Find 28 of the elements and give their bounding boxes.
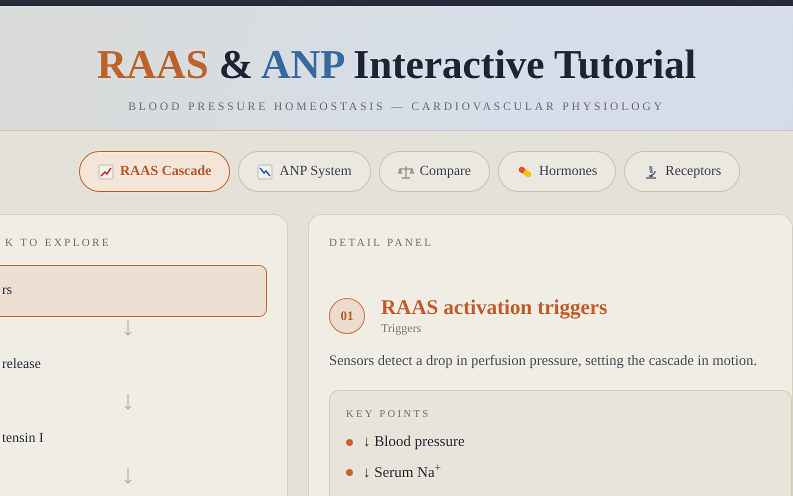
tab-button[interactable]: Receptors <box>624 151 740 192</box>
tab-button[interactable]: ANP System <box>238 151 371 192</box>
tab-button[interactable]: Hormones <box>498 151 616 192</box>
falling-chart-icon <box>257 164 274 180</box>
balance-scale-icon <box>398 164 414 180</box>
step-item[interactable]: release <box>0 338 267 390</box>
step-item[interactable]: tensin I <box>0 412 267 464</box>
bullet-dot <box>346 469 353 476</box>
key-point-text: ↓ Serum Na$^{+}$ <box>363 462 442 483</box>
detail-description: Sensors detect a drop in perfusion pressure, setting the cascade in motion. <box>329 352 758 371</box>
panel-heading: K TO EXPLORE <box>4 236 112 251</box>
pill-icon <box>516 164 533 180</box>
tab-button[interactable]: RAAS Cascade <box>79 151 230 192</box>
bullet-dot <box>346 438 353 446</box>
key-point-text: ↓ Blood pressure <box>363 433 465 452</box>
step-number-badge: 01 <box>329 298 365 334</box>
step-item[interactable]: rs <box>0 264 267 316</box>
detail-title: RAAS activation triggers <box>381 296 608 319</box>
key-points-heading: KEY POINTS <box>346 408 432 422</box>
page-subtitle: BLOOD PRESSURE HOMEOSTASIS — CARDIOVASCULAR PHYSIOLOGY <box>127 100 666 115</box>
tab-button[interactable]: Compare <box>378 151 490 192</box>
down-arrow-icon <box>124 394 132 410</box>
down-arrow-icon <box>124 320 132 336</box>
detail-subtitle: Triggers <box>381 320 422 337</box>
down-arrow-icon <box>124 468 132 484</box>
page-title: RAAS & ANP Interactive Tutorial <box>96 44 698 85</box>
panel-heading: DETAIL PANEL <box>329 236 434 251</box>
rising-chart-icon <box>98 164 114 180</box>
